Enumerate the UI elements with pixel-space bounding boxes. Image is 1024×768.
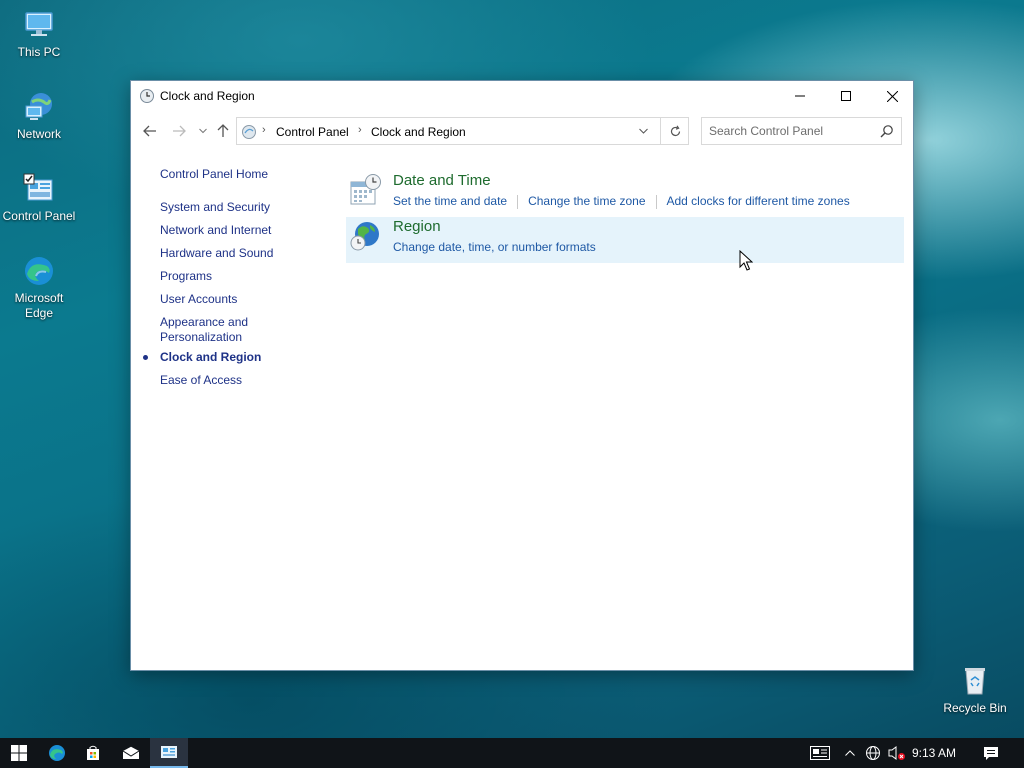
network-icon bbox=[22, 90, 56, 124]
active-category-bullet-icon bbox=[143, 355, 148, 360]
clock-region-icon bbox=[139, 88, 155, 104]
edge-icon bbox=[22, 254, 56, 288]
region-links: Change date, time, or number formats bbox=[393, 240, 596, 254]
nav-programs[interactable]: Programs bbox=[160, 269, 212, 284]
nav-appearance-line-2: Personalization bbox=[160, 330, 243, 344]
taskbar-mail-button[interactable] bbox=[112, 738, 150, 768]
recent-locations-button[interactable] bbox=[194, 122, 212, 140]
show-hidden-icons-button[interactable] bbox=[840, 738, 860, 768]
this-pc-icon bbox=[22, 8, 56, 42]
refresh-icon bbox=[670, 124, 681, 136]
taskbar-control-panel-button[interactable] bbox=[150, 738, 188, 768]
navigation-bar: › Control Panel › Clock and Region bbox=[131, 115, 913, 147]
nav-clock-and-region[interactable]: Clock and Region bbox=[160, 350, 261, 365]
nav-appearance-and-personalization[interactable]: Appearance and Personalization bbox=[160, 315, 248, 345]
link-divider bbox=[655, 194, 657, 209]
region-item: Region Change date, time, or number form… bbox=[346, 217, 904, 263]
desktop-icon-this-pc[interactable]: This PC bbox=[1, 8, 77, 60]
search-box[interactable] bbox=[701, 117, 902, 145]
desktop-icon-recycle-bin[interactable]: Recycle Bin bbox=[937, 664, 1013, 716]
edge-icon bbox=[49, 745, 65, 761]
desktop-icon-label: Network bbox=[16, 127, 61, 141]
date-and-time-item: Date and Time Set the time and date Chang… bbox=[346, 171, 904, 217]
address-bar[interactable]: › Control Panel › Clock and Region bbox=[236, 117, 689, 145]
control-panel-crumb-icon bbox=[241, 124, 257, 140]
maximize-button[interactable] bbox=[823, 81, 869, 111]
up-arrow-icon bbox=[217, 124, 229, 137]
back-button[interactable] bbox=[141, 122, 159, 140]
window-title: Clock and Region bbox=[160, 89, 255, 103]
chevron-down-icon bbox=[199, 128, 207, 134]
desktop-icon-label: Recycle Bin bbox=[943, 701, 1007, 715]
change-time-zone-link[interactable]: Change the time zone bbox=[528, 194, 645, 208]
refresh-button[interactable] bbox=[660, 118, 690, 144]
search-input[interactable] bbox=[702, 118, 872, 144]
close-icon bbox=[886, 90, 898, 102]
network-tray-button[interactable] bbox=[862, 738, 884, 768]
store-icon bbox=[87, 745, 99, 760]
back-arrow-icon bbox=[143, 125, 156, 137]
taskbar: 9:13 AM bbox=[0, 738, 1024, 768]
desktop-icon-network[interactable]: Network bbox=[1, 90, 77, 142]
news-widget-button[interactable] bbox=[806, 738, 834, 768]
link-divider bbox=[517, 194, 519, 209]
set-time-and-date-link[interactable]: Set the time and date bbox=[393, 194, 507, 208]
breadcrumb-clock-and-region[interactable]: Clock and Region bbox=[371, 125, 466, 139]
volume-tray-button[interactable] bbox=[886, 738, 908, 768]
breadcrumb-control-panel[interactable]: Control Panel bbox=[276, 125, 349, 139]
action-center-button[interactable] bbox=[978, 738, 1004, 768]
title-bar[interactable]: Clock and Region bbox=[131, 81, 913, 111]
maximize-icon bbox=[841, 91, 851, 101]
minimize-icon bbox=[795, 95, 805, 97]
nav-appearance-line-1: Appearance and bbox=[160, 315, 249, 329]
date-and-time-icon[interactable] bbox=[348, 173, 382, 207]
taskbar-store-button[interactable] bbox=[74, 738, 112, 768]
breadcrumb-chevron-icon[interactable]: › bbox=[358, 124, 362, 136]
date-and-time-links: Set the time and date Change the time zon… bbox=[393, 194, 850, 209]
date-and-time-heading[interactable]: Date and Time bbox=[393, 172, 491, 189]
nav-system-and-security[interactable]: System and Security bbox=[160, 200, 270, 215]
taskbar-edge-button[interactable] bbox=[38, 738, 76, 768]
desktop-icon-label: This PC bbox=[17, 45, 61, 59]
desktop-icon-label: Control Panel bbox=[2, 209, 76, 223]
control-panel-icon bbox=[161, 746, 177, 758]
add-clocks-link[interactable]: Add clocks for different time zones bbox=[667, 194, 850, 208]
volume-muted-icon bbox=[888, 746, 905, 760]
up-button[interactable] bbox=[214, 122, 232, 140]
taskbar-clock[interactable]: 9:13 AM bbox=[912, 746, 956, 760]
address-dropdown-button[interactable] bbox=[634, 122, 652, 140]
breadcrumb-chevron-icon[interactable]: › bbox=[262, 124, 266, 136]
news-icon bbox=[810, 746, 830, 760]
nav-user-accounts[interactable]: User Accounts bbox=[160, 292, 237, 307]
close-button[interactable] bbox=[869, 81, 915, 111]
desktop-icon-edge[interactable]: Microsoft Edge bbox=[1, 254, 77, 321]
notification-icon bbox=[984, 746, 998, 760]
windows-logo-icon bbox=[11, 745, 27, 761]
globe-network-icon bbox=[866, 746, 880, 760]
forward-button[interactable] bbox=[170, 122, 188, 140]
nav-hardware-and-sound[interactable]: Hardware and Sound bbox=[160, 246, 273, 261]
recycle-bin-icon bbox=[958, 664, 992, 698]
control-panel-home-link[interactable]: Control Panel Home bbox=[160, 167, 268, 181]
forward-arrow-icon bbox=[173, 125, 186, 137]
mail-icon bbox=[122, 746, 140, 759]
nav-ease-of-access[interactable]: Ease of Access bbox=[160, 373, 242, 388]
region-heading[interactable]: Region bbox=[393, 218, 441, 235]
start-button[interactable] bbox=[0, 738, 38, 768]
region-globe-icon[interactable] bbox=[348, 219, 382, 253]
chevron-up-icon bbox=[845, 750, 855, 756]
mouse-cursor-icon bbox=[739, 249, 754, 272]
desktop-icon-control-panel[interactable]: Control Panel bbox=[1, 172, 77, 224]
control-panel-icon bbox=[22, 172, 56, 206]
search-icon[interactable] bbox=[880, 124, 894, 138]
chevron-down-icon bbox=[638, 128, 648, 134]
desktop-icon-label: Microsoft Edge bbox=[14, 291, 64, 320]
minimize-button[interactable] bbox=[777, 81, 823, 111]
change-formats-link[interactable]: Change date, time, or number formats bbox=[393, 240, 596, 254]
nav-network-and-internet[interactable]: Network and Internet bbox=[160, 223, 271, 238]
control-panel-window: Clock and Region › Control Panel › Clock… bbox=[130, 80, 914, 671]
